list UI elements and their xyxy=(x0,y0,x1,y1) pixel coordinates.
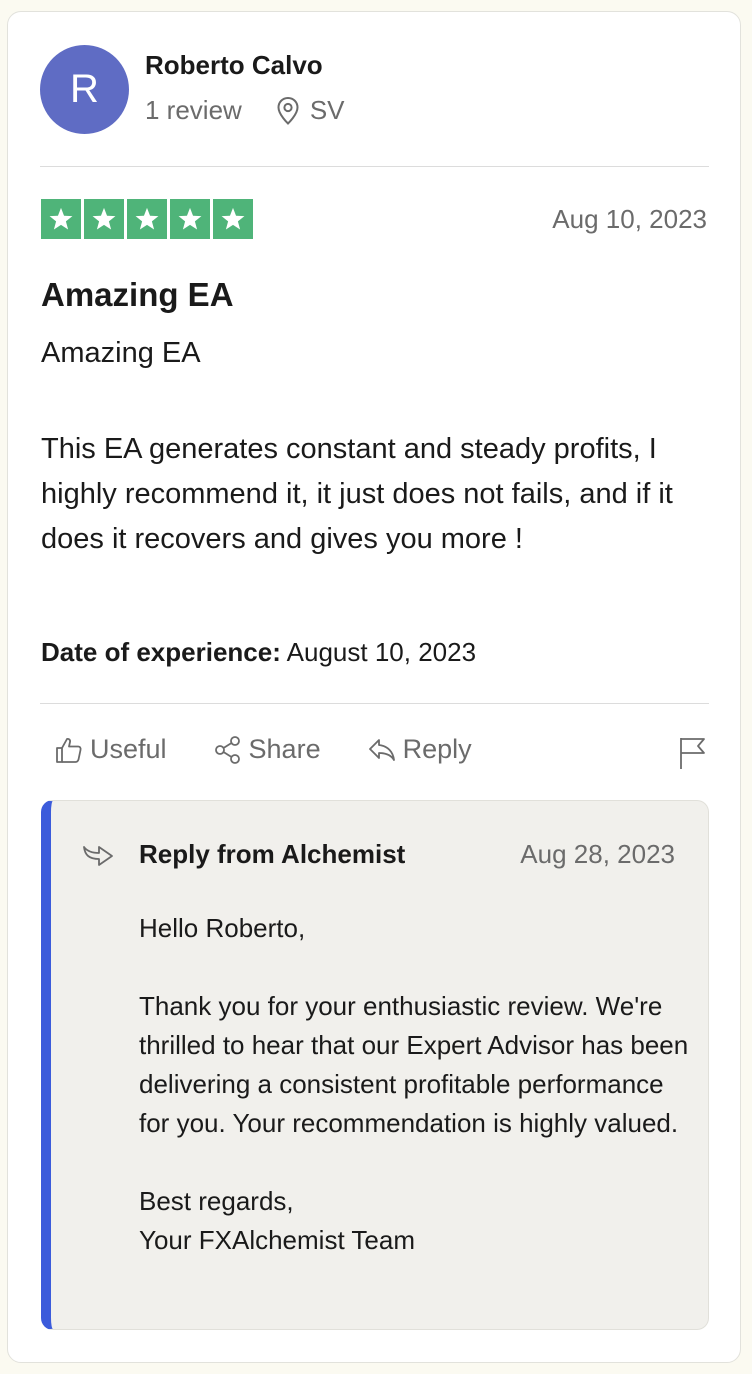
review-body: This EA generates constant and steady pr… xyxy=(41,433,673,555)
date-of-experience: Date of experience: August 10, 2023 xyxy=(41,637,476,668)
review-card: R Roberto Calvo 1 review SV Aug 10, 2023… xyxy=(7,11,741,1363)
divider-top xyxy=(40,166,709,167)
location-pin-icon xyxy=(277,96,299,125)
reply-date: Aug 28, 2023 xyxy=(520,839,675,869)
avatar-initial: R xyxy=(70,67,99,111)
useful-button[interactable]: Useful xyxy=(54,734,167,765)
report-flag-button[interactable] xyxy=(677,736,707,775)
experience-label: Date of experience: xyxy=(41,637,281,667)
reviewer-name[interactable]: Roberto Calvo xyxy=(145,50,323,81)
share-icon xyxy=(214,735,240,764)
review-body-first: Amazing EA xyxy=(41,337,201,369)
star-icon xyxy=(135,207,159,230)
review-title: Amazing EA xyxy=(41,276,234,313)
thumbs-up-icon xyxy=(56,737,82,763)
share-label: Share xyxy=(248,734,321,764)
star-4 xyxy=(170,199,210,239)
reply-from: Reply from Alchemist xyxy=(139,839,406,869)
star-3 xyxy=(127,199,167,239)
share-button[interactable]: Share xyxy=(213,734,321,765)
review-date: Aug 10, 2023 xyxy=(552,204,707,234)
reply-greeting: Hello Roberto, xyxy=(139,913,306,943)
reply-label: Reply xyxy=(402,734,472,764)
review-count: 1 review xyxy=(145,95,242,125)
avatar[interactable]: R xyxy=(40,45,129,134)
reviewer-location: SV xyxy=(276,95,345,126)
location-label: SV xyxy=(309,95,345,125)
reply-arrow-icon xyxy=(368,738,395,761)
reply-button[interactable]: Reply xyxy=(367,734,472,765)
star-icon xyxy=(221,207,245,230)
company-reply: Reply from Alchemist Aug 28, 2023 Hello … xyxy=(41,800,709,1330)
experience-date: August 10, 2023 xyxy=(286,637,477,667)
flag-icon xyxy=(680,738,705,769)
star-1 xyxy=(41,199,81,239)
useful-label: Useful xyxy=(90,734,167,764)
star-5 xyxy=(213,199,253,239)
divider-actions xyxy=(40,703,709,704)
reply-signature: Your FXAlchemist Team xyxy=(139,1225,416,1255)
review-actions: Useful Share Reply xyxy=(54,734,518,765)
star-icon xyxy=(49,207,73,230)
reply-signoff: Best regards, Your FXAlchemist Team xyxy=(139,1182,699,1260)
reply-thread-icon xyxy=(83,846,113,866)
reply-closing: Best regards, xyxy=(139,1186,294,1216)
reply-message: Thank you for your enthusiastic review. … xyxy=(139,991,689,1138)
star-icon xyxy=(92,207,116,230)
reply-body: Hello Roberto, Thank you for your enthus… xyxy=(139,909,699,1260)
star-2 xyxy=(84,199,124,239)
reviewer-meta: 1 review SV xyxy=(145,95,345,126)
star-icon xyxy=(178,207,202,230)
star-rating xyxy=(41,199,253,239)
